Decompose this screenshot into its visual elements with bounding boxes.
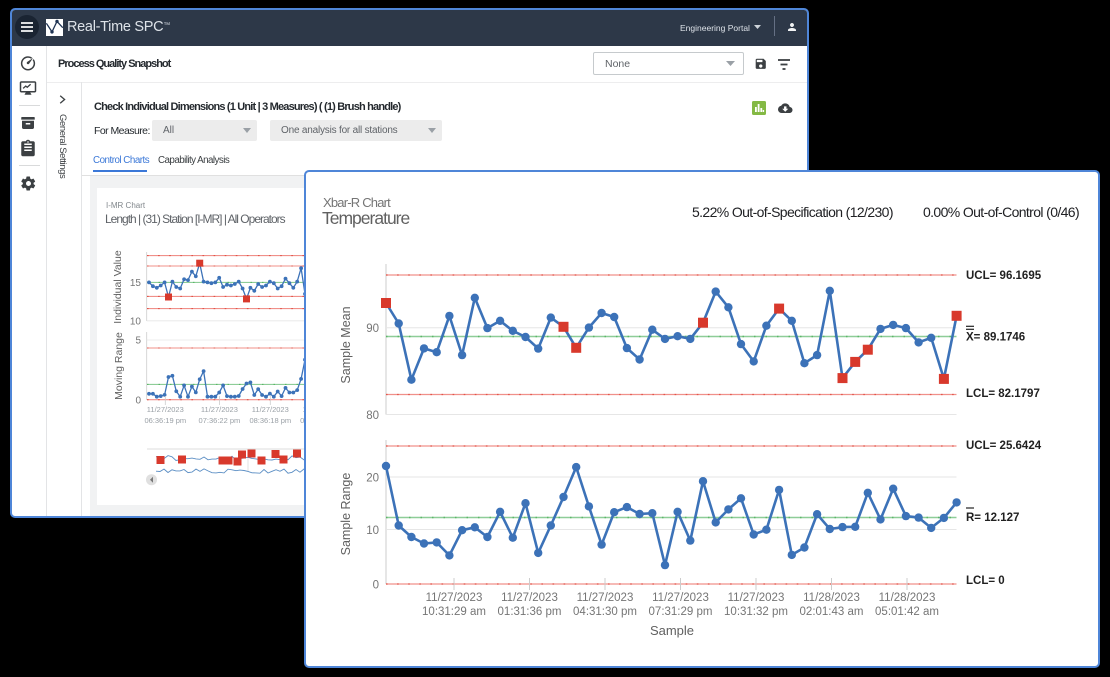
svg-text:07:36:22 pm: 07:36:22 pm <box>199 416 241 425</box>
svg-text:08:36:18 pm: 08:36:18 pm <box>249 416 291 425</box>
svg-text:11/28/2023: 11/28/2023 <box>879 592 936 604</box>
svg-text:Sample Mean: Sample Mean <box>339 306 353 383</box>
svg-text:Moving Range: Moving Range <box>113 332 125 400</box>
svg-text:0: 0 <box>135 396 141 407</box>
svg-text:R= 12.127: R= 12.127 <box>966 512 1019 524</box>
svg-text:11/28/2023: 11/28/2023 <box>803 592 860 604</box>
svg-text:11/27/2023: 11/27/2023 <box>426 592 483 604</box>
svg-text:LCL= 82.1797: LCL= 82.1797 <box>966 388 1040 400</box>
svg-text:10: 10 <box>130 317 142 328</box>
svg-text:90: 90 <box>366 323 379 335</box>
svg-text:01:31:36 pm: 01:31:36 pm <box>498 606 562 618</box>
svg-text:11/27/2023: 11/27/2023 <box>252 405 289 414</box>
svg-text:0: 0 <box>373 580 379 592</box>
svg-text:20: 20 <box>366 473 379 485</box>
svg-text:Individual Value: Individual Value <box>112 250 124 324</box>
svg-text:5: 5 <box>135 336 141 347</box>
svg-text:04:31:30 pm: 04:31:30 pm <box>573 606 637 618</box>
svg-text:11/27/2023: 11/27/2023 <box>728 592 785 604</box>
svg-text:10: 10 <box>366 525 379 537</box>
svg-text:11/27/2023: 11/27/2023 <box>147 405 184 414</box>
svg-text:06:36:19 pm: 06:36:19 pm <box>144 416 186 425</box>
svg-text:LCL= 0: LCL= 0 <box>966 575 1005 587</box>
svg-text:80: 80 <box>366 410 379 422</box>
svg-text:07:31:29 pm: 07:31:29 pm <box>649 606 713 618</box>
svg-text:10:31:32 pm: 10:31:32 pm <box>724 606 788 618</box>
svg-text:10:31:29 am: 10:31:29 am <box>422 606 486 618</box>
svg-text:UCL= 96.1695: UCL= 96.1695 <box>966 270 1042 282</box>
svg-text:Sample: Sample <box>650 623 694 638</box>
svg-text:11/27/2023: 11/27/2023 <box>501 592 558 604</box>
svg-text:UCL= 25.6424: UCL= 25.6424 <box>966 440 1042 452</box>
svg-text:02:01:43 am: 02:01:43 am <box>800 606 864 618</box>
svg-text:11/27/2023: 11/27/2023 <box>201 405 238 414</box>
svg-text:11/27/2023: 11/27/2023 <box>652 592 709 604</box>
svg-text:05:01:42 am: 05:01:42 am <box>875 606 939 618</box>
svg-text:15: 15 <box>130 278 142 289</box>
svg-text:11/27/2023: 11/27/2023 <box>577 592 634 604</box>
svg-text:Sample Range: Sample Range <box>339 473 353 556</box>
svg-text:X= 89.1746: X= 89.1746 <box>966 332 1025 344</box>
